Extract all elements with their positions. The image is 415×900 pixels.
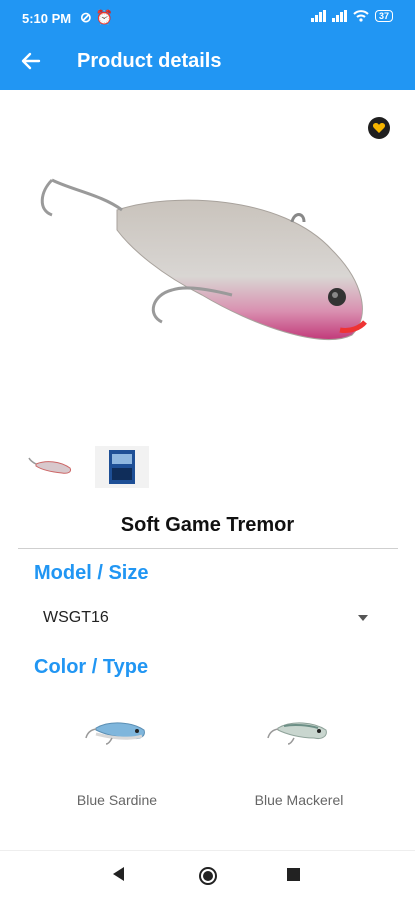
- status-time: 5:10 PM: [22, 11, 72, 26]
- thumbnail-lure[interactable]: [24, 446, 78, 488]
- recents-square-icon[interactable]: [287, 868, 300, 881]
- battery-icon: 37: [374, 10, 393, 22]
- model-size-heading: Model / Size: [34, 562, 149, 584]
- back-triangle-icon[interactable]: [113, 867, 124, 881]
- model-size-dropdown[interactable]: WSGT16: [43, 609, 373, 631]
- alarm-icon: ⏰: [95, 9, 114, 25]
- variant-label: Blue Sardine: [76, 792, 158, 808]
- dropdown-caret-icon[interactable]: [358, 615, 368, 621]
- product-name: Soft Game Tremor: [120, 514, 295, 536]
- variant-image: [85, 722, 145, 745]
- status-bar: 5:10 PM ⊘ ⏰ 37: [0, 0, 415, 36]
- dnd-icon: ⊘: [80, 9, 92, 25]
- home-circle-icon[interactable]: [199, 867, 217, 885]
- signal-icon: [310, 10, 326, 22]
- variant-image: [267, 722, 327, 745]
- heart-icon: [372, 123, 386, 133]
- variant-blue-sardine[interactable]: Blue Sardine: [42, 700, 192, 820]
- wifi-icon: [353, 10, 369, 22]
- thumbnail-package[interactable]: [95, 446, 149, 488]
- status-left-icons: ⊘ ⏰: [80, 9, 113, 26]
- page-title: Product details: [77, 50, 222, 72]
- variant-label: Blue Mackerel: [254, 792, 344, 808]
- app-bar: Product details: [0, 36, 415, 90]
- variant-blue-mackerel[interactable]: Blue Mackerel: [224, 700, 374, 820]
- divider: [18, 548, 398, 549]
- arrow-left-icon[interactable]: [18, 48, 44, 74]
- signal-icon: [331, 10, 347, 22]
- status-right-icons: 37: [310, 10, 393, 22]
- product-image[interactable]: [22, 100, 397, 430]
- favorite-badge[interactable]: [368, 117, 390, 139]
- system-nav-bar: [0, 850, 415, 900]
- color-type-heading: Color / Type: [34, 656, 149, 678]
